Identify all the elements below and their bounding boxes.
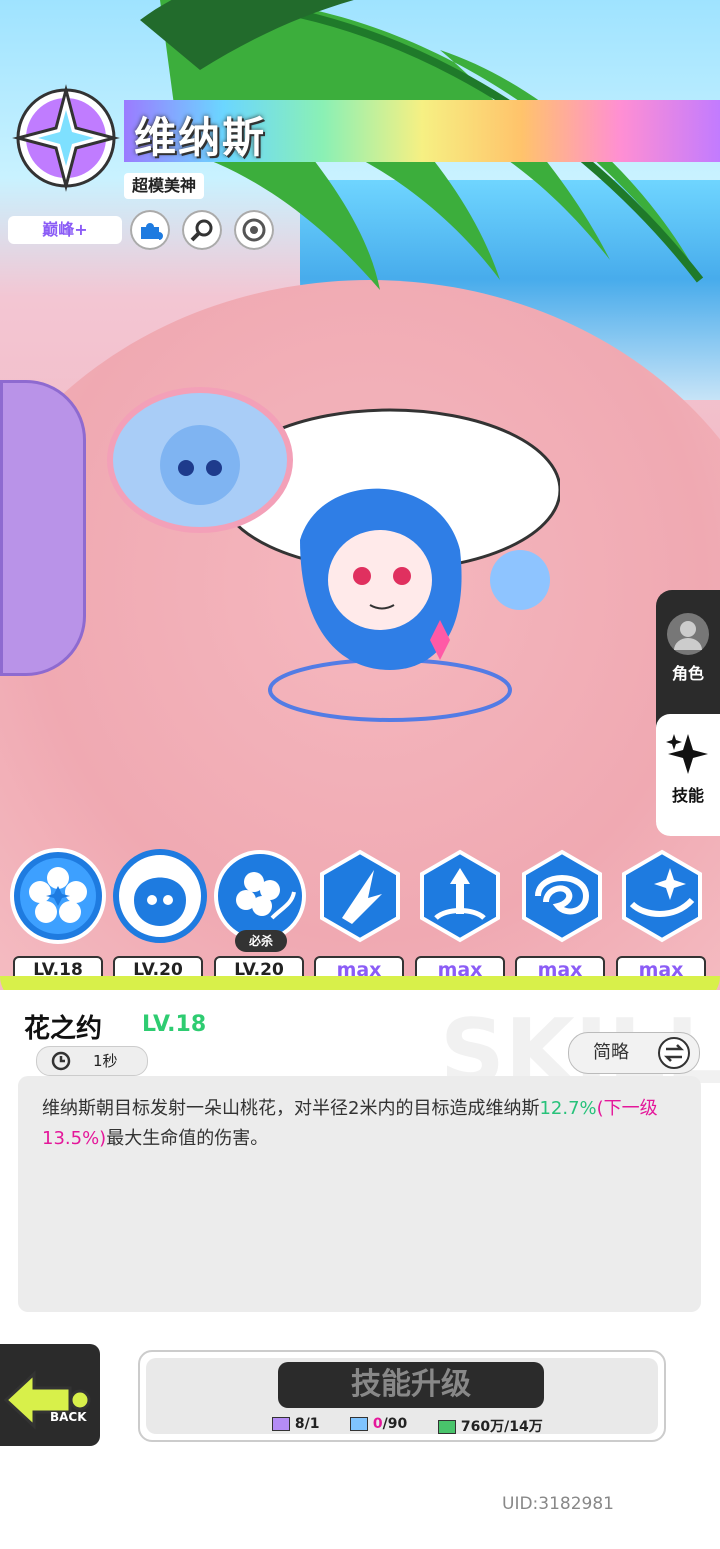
target-icon[interactable]: [234, 210, 274, 250]
rank-badge: 巅峰+: [8, 216, 122, 244]
skill-slot-7[interactable]: [614, 848, 710, 944]
ultimate-badge: 必杀: [235, 930, 287, 952]
skill-upgrade-button[interactable]: 技能升级: [278, 1362, 544, 1408]
skill-slot-1[interactable]: [10, 848, 106, 944]
brief-label: 简略: [593, 1042, 629, 1063]
tab-skill-label: 技能: [671, 786, 704, 805]
cooldown-value: 1秒: [93, 1052, 118, 1070]
tab-role[interactable]: 角色: [656, 590, 720, 710]
back-label: BACK: [50, 1410, 87, 1424]
back-arrow-icon: [3, 1370, 91, 1430]
desc-prefix: 维纳斯朝目标发射一朵山桃花，对半径2米内的目标造成维纳斯: [42, 1098, 540, 1119]
side-tab-bar: 角色 技能: [656, 590, 720, 836]
book-resource: 0/90: [350, 1416, 407, 1432]
brief-toggle-button[interactable]: 简略: [568, 1032, 700, 1074]
coin-icon: [438, 1420, 456, 1434]
puzzle-icon[interactable]: [130, 210, 170, 250]
hero-title: 超模美神: [124, 173, 205, 199]
skill-slot-5[interactable]: [412, 848, 508, 944]
back-button[interactable]: BACK: [0, 1340, 104, 1450]
card-count: 8/1: [294, 1416, 320, 1432]
book-have: 0: [372, 1416, 383, 1432]
rarity-star-emblem-icon: [12, 84, 120, 192]
tab-role-label: 角色: [671, 664, 704, 683]
battle-scene: 维纳斯 超模美神 巅峰+ 角色 技能 LV.18 LV.20 LV.20 max…: [0, 0, 720, 990]
desc-suffix: 最大生命值的伤害。: [106, 1128, 269, 1149]
magnifier-icon[interactable]: [182, 210, 222, 250]
skill-list: LV.18 LV.20 LV.20 max max max max 必杀: [0, 848, 720, 988]
book-need: /90: [382, 1416, 408, 1432]
tab-skill[interactable]: 技能: [656, 714, 720, 836]
book-icon: [350, 1417, 368, 1431]
card-icon: [272, 1417, 290, 1431]
desc-value: 12.7%: [539, 1098, 597, 1119]
upgrade-inner: 技能升级 8/1 0/90 760万/14万: [146, 1358, 658, 1436]
skill-slot-4[interactable]: [312, 848, 408, 944]
skill-name: 花之约: [24, 1014, 103, 1044]
skill-description: 维纳斯朝目标发射一朵山桃花，对半径2米内的目标造成维纳斯12.7%(下一级13.…: [18, 1076, 701, 1312]
skill-level: LV.18: [142, 1012, 207, 1037]
sparkle-icon: [666, 734, 708, 774]
cooldown-badge: 1秒: [36, 1046, 148, 1076]
hero-name: 维纳斯: [134, 113, 267, 162]
person-icon: [667, 613, 709, 655]
skill-slot-6[interactable]: [514, 848, 610, 944]
swap-icon: [658, 1037, 690, 1069]
coin-count: 760万/14万: [460, 1419, 543, 1435]
character-venus-sprite[interactable]: [100, 380, 560, 740]
clock-icon: [51, 1051, 71, 1071]
upgrade-panel: 技能升级 8/1 0/90 760万/14万: [138, 1350, 666, 1442]
user-id: UID:3182981: [502, 1494, 614, 1514]
surfboard: [0, 380, 86, 676]
skill-slot-2[interactable]: [112, 848, 208, 944]
coin-resource: 760万/14万: [438, 1416, 543, 1436]
card-resource: 8/1: [272, 1416, 319, 1432]
